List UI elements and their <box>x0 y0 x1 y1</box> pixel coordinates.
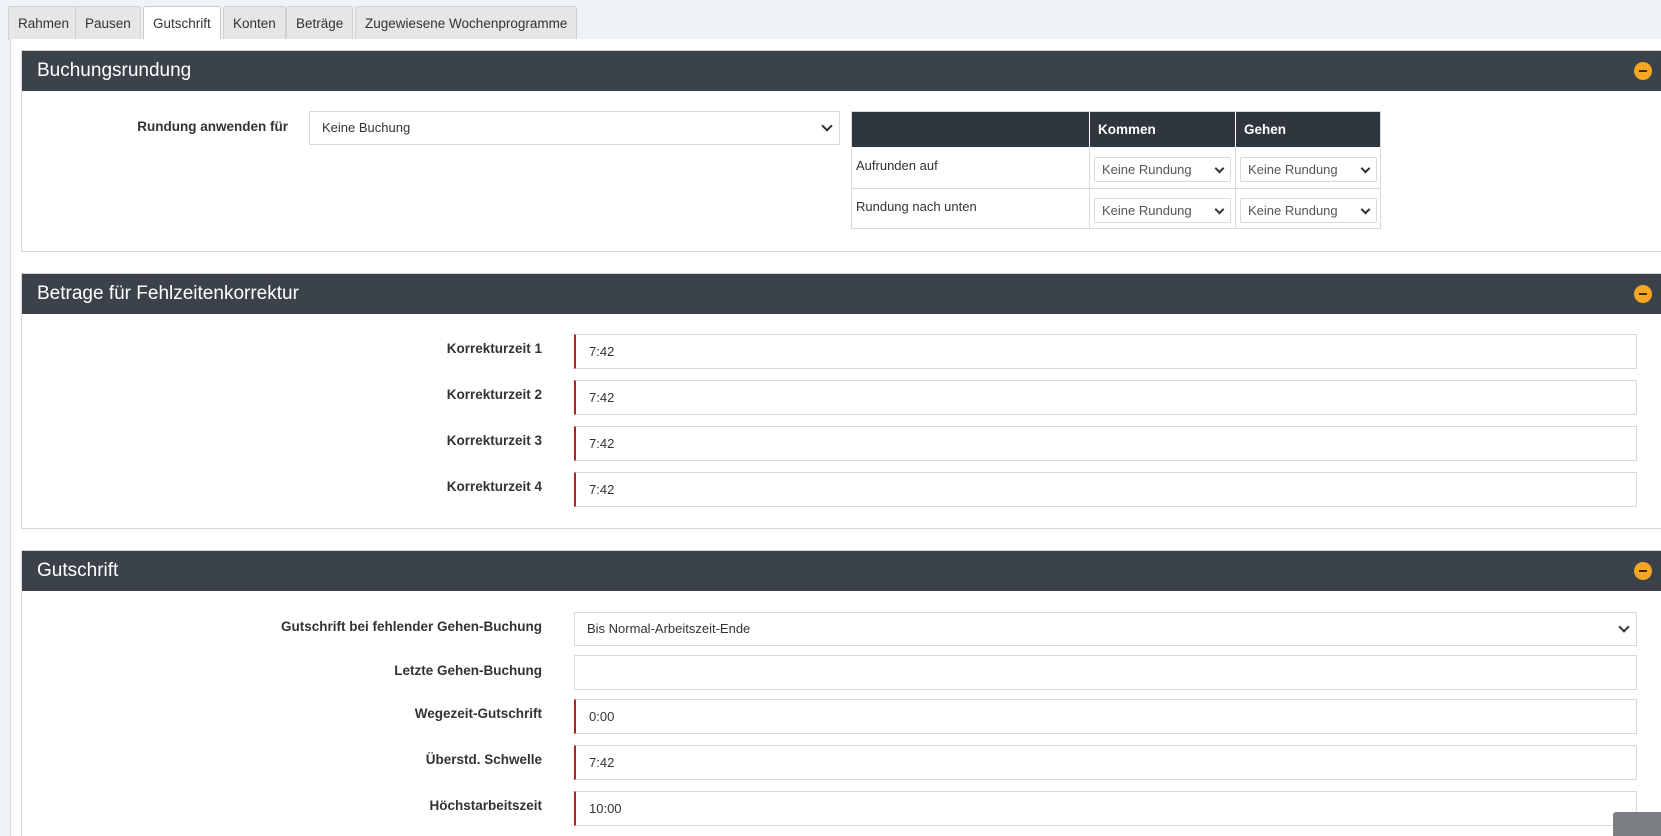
select-value: Keine Rundung <box>1102 203 1192 218</box>
letzte-gehen-buchung-input[interactable] <box>574 655 1637 690</box>
tab-gutschrift[interactable]: Gutschrift <box>143 6 221 41</box>
chat-button[interactable] <box>1613 812 1661 836</box>
row-label-abrunden: Rundung nach unten <box>856 199 977 214</box>
aufrunden-kommen-select[interactable]: Keine Rundung <box>1094 157 1231 182</box>
fehlzeitenkorrektur-panel: Betrage für Fehlzeitenkorrektur Korrektu… <box>21 273 1661 529</box>
collapse-icon[interactable] <box>1634 285 1652 303</box>
chevron-down-icon <box>821 120 833 132</box>
korrekturzeit-4-input[interactable]: 7:42 <box>574 472 1637 507</box>
panel-title: Gutschrift <box>37 560 119 581</box>
fehlende-gehen-buchung-select[interactable]: Bis Normal-Arbeitszeit-Ende <box>574 612 1637 646</box>
chevron-down-icon <box>1360 163 1371 173</box>
gutschrift-panel: Gutschrift Gutschrift bei fehlender Gehe… <box>21 550 1661 836</box>
select-value: Keine Rundung <box>1102 162 1192 177</box>
korrekturzeit-3-label: Korrekturzeit 3 <box>446 433 542 448</box>
table-header-kommen: Kommen <box>1090 112 1235 147</box>
chevron-down-icon <box>1214 163 1225 173</box>
wegezeit-gutschrift-input[interactable]: 0:00 <box>574 699 1637 734</box>
wegezeit-gutschrift-label: Wegezeit-Gutschrift <box>414 706 542 721</box>
tab-rahmen[interactable]: Rahmen <box>8 6 80 40</box>
tab-betraege[interactable]: Beträge <box>286 6 354 40</box>
tab-pausen[interactable]: Pausen <box>75 6 141 40</box>
select-value: Keine Rundung <box>1248 162 1338 177</box>
tab-konten[interactable]: Konten <box>223 6 286 40</box>
abrunden-gehen-select[interactable]: Keine Rundung <box>1240 198 1377 223</box>
table-header-gehen: Gehen <box>1236 112 1380 147</box>
panel-header: Gutschrift <box>22 551 1661 591</box>
korrekturzeit-2-label: Korrekturzeit 2 <box>446 387 542 402</box>
chevron-down-icon <box>1360 204 1371 214</box>
chevron-down-icon <box>1214 204 1225 214</box>
select-value: Keine Buchung <box>322 120 411 135</box>
ueberstd-schwelle-label: Überstd. Schwelle <box>425 752 542 767</box>
rounding-table: Kommen Gehen Aufrunden auf Keine Rundung… <box>851 111 1381 229</box>
hoechstarbeitszeit-input[interactable]: 10:00 <box>574 791 1637 826</box>
select-value: Bis Normal-Arbeitszeit-Ende <box>587 621 751 636</box>
tab-content: Buchungsrundung Rundung anwenden für Kei… <box>10 39 1661 836</box>
ueberstd-schwelle-input[interactable]: 7:42 <box>574 745 1637 780</box>
divider <box>852 188 1380 189</box>
chevron-down-icon <box>1618 621 1630 633</box>
buchungsrundung-panel: Buchungsrundung Rundung anwenden für Kei… <box>21 50 1661 252</box>
korrekturzeit-1-input[interactable]: 7:42 <box>574 334 1637 369</box>
tab-zugewiesene-wochenprogramme[interactable]: Zugewiesene Wochenprogramme <box>355 6 578 40</box>
collapse-icon[interactable] <box>1634 62 1652 80</box>
letzte-gehen-buchung-label: Letzte Gehen-Buchung <box>394 663 542 678</box>
rundung-anwenden-label: Rundung anwenden für <box>137 119 288 134</box>
rundung-anwenden-select[interactable]: Keine Buchung <box>309 111 840 145</box>
hoechstarbeitszeit-label: Höchstarbeitszeit <box>429 798 542 813</box>
panel-header: Buchungsrundung <box>22 51 1661 91</box>
abrunden-kommen-select[interactable]: Keine Rundung <box>1094 198 1231 223</box>
korrekturzeit-1-label: Korrekturzeit 1 <box>446 341 542 356</box>
panel-title: Betrage für Fehlzeitenkorrektur <box>37 283 299 304</box>
korrekturzeit-3-input[interactable]: 7:42 <box>574 426 1637 461</box>
korrekturzeit-4-label: Korrekturzeit 4 <box>446 479 542 494</box>
table-header-empty <box>852 112 1089 147</box>
tab-bar: Rahmen Pausen Gutschrift Konten Beträge … <box>0 0 1661 41</box>
korrekturzeit-2-input[interactable]: 7:42 <box>574 380 1637 415</box>
fehlende-gehen-buchung-label: Gutschrift bei fehlender Gehen-Buchung <box>280 619 542 634</box>
collapse-icon[interactable] <box>1634 562 1652 580</box>
panel-header: Betrage für Fehlzeitenkorrektur <box>22 274 1661 314</box>
select-value: Keine Rundung <box>1248 203 1338 218</box>
panel-title: Buchungsrundung <box>37 60 192 81</box>
aufrunden-gehen-select[interactable]: Keine Rundung <box>1240 157 1377 182</box>
row-label-aufrunden: Aufrunden auf <box>856 158 938 173</box>
